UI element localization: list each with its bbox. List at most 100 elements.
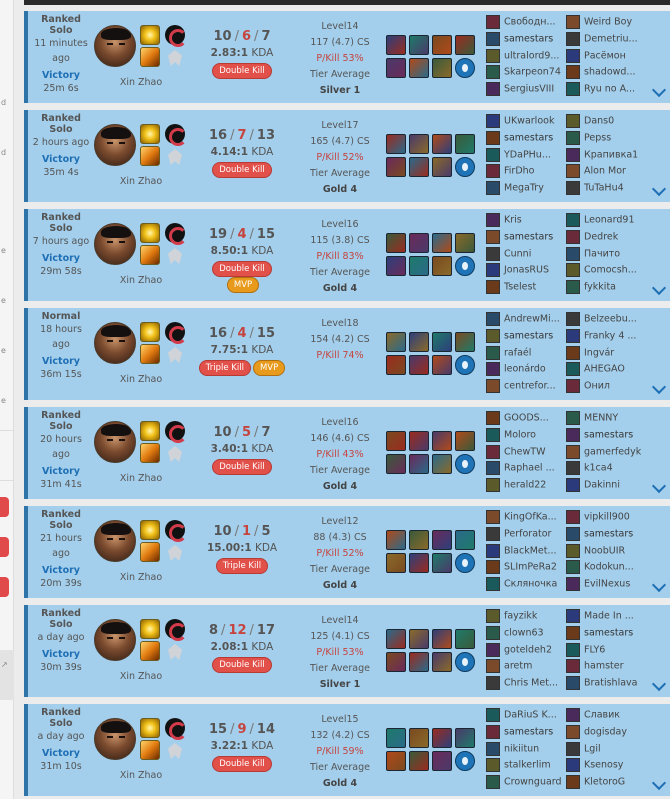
item-icon[interactable] [409,58,429,78]
sidebar-red-tab[interactable] [0,497,9,517]
participant[interactable]: k1ca4 [566,461,644,477]
item-icon[interactable] [432,530,452,550]
ward-trinket-icon[interactable] [455,157,475,177]
participant[interactable]: Ksenosy [566,758,644,774]
summoner-spell-smite-icon[interactable] [140,740,160,760]
sidebar-red-tab[interactable] [0,577,9,597]
item-icon[interactable] [386,553,406,573]
participant[interactable]: samestars [486,724,564,741]
secondary-rune-icon[interactable] [165,543,185,563]
participant[interactable]: Dans0 [566,114,644,130]
item-icon[interactable] [455,332,475,352]
participant[interactable]: NoobUIR [566,543,644,560]
participant[interactable]: FLY6 [566,642,644,659]
participant[interactable]: Свободн... [486,15,564,31]
expand-button[interactable] [648,209,670,301]
participant[interactable]: Leonard91 [566,213,644,229]
item-icon[interactable] [386,355,406,375]
participant[interactable]: shadowd... [566,65,644,81]
summoner-spell-flash-icon[interactable] [140,718,160,738]
participant[interactable]: Weird Boy [566,15,644,31]
match-row[interactable]: Ranked Solo 11 minutes ago Victory 25m 6… [24,11,670,103]
participant[interactable]: stalkerlim [486,758,564,774]
participant[interactable]: AHEGAO [566,362,644,378]
ward-trinket-icon[interactable] [455,454,475,474]
participant[interactable]: samestars [486,130,564,147]
item-icon[interactable] [409,728,429,748]
champion-portrait[interactable] [94,421,136,463]
item-icon[interactable] [409,652,429,672]
item-icon[interactable] [432,332,452,352]
item-icon[interactable] [386,751,406,771]
item-icon[interactable] [409,530,429,550]
champion-name[interactable]: Xin Zhao [98,473,184,484]
participant[interactable]: Crownguard [486,775,564,791]
item-icon[interactable] [409,134,429,154]
match-row[interactable]: Normal 18 hours ago Victory 36m 15s Xin … [24,308,670,400]
participant[interactable]: GOODS... [486,411,564,427]
champion-name[interactable]: Xin Zhao [98,770,184,781]
item-icon[interactable] [432,652,452,672]
champion-portrait[interactable] [94,223,136,265]
summoner-spell-flash-icon[interactable] [140,520,160,540]
participant[interactable]: samestars [486,229,564,246]
item-icon[interactable] [455,134,475,154]
participant[interactable]: Dakinni [566,478,644,494]
expand-button[interactable] [648,110,670,202]
match-row[interactable]: Ranked Solo 21 hours ago Victory 20m 39s… [24,506,670,598]
item-icon[interactable] [386,454,406,474]
item-icon[interactable] [432,58,452,78]
expand-button[interactable] [648,407,670,499]
champion-portrait[interactable] [94,619,136,661]
expand-button[interactable] [648,605,670,697]
participant[interactable]: Славик [566,708,644,724]
participant[interactable]: FirDho [486,164,564,180]
item-icon[interactable] [386,530,406,550]
summoner-spell-smite-icon[interactable] [140,542,160,562]
keystone-rune-icon[interactable] [165,25,187,47]
champion-portrait[interactable] [94,718,136,760]
item-icon[interactable] [386,157,406,177]
participant[interactable]: KingOfKa... [486,510,564,526]
participant[interactable]: Крапивка1 [566,147,644,164]
item-icon[interactable] [432,35,452,55]
keystone-rune-icon[interactable] [165,619,187,641]
participant[interactable]: Alon Mor [566,164,644,180]
champion-name[interactable]: Xin Zhao [98,374,184,385]
item-icon[interactable] [409,35,429,55]
item-icon[interactable] [455,233,475,253]
champion-portrait[interactable] [94,520,136,562]
participant[interactable]: Franky 4 ... [566,328,644,345]
participant[interactable]: fayzikk [486,609,564,625]
item-icon[interactable] [432,553,452,573]
participant[interactable]: centrefor... [486,379,564,395]
match-row[interactable]: Ranked Solo 20 hours ago Victory 31m 41s… [24,407,670,499]
champion-name[interactable]: Xin Zhao [98,671,184,682]
participant[interactable]: TuTaHu4 [566,181,644,197]
match-row[interactable]: Ranked Solo a day ago Victory 31m 10s Xi… [24,704,670,796]
champion-name[interactable]: Xin Zhao [98,275,184,286]
item-icon[interactable] [455,431,475,451]
item-icon[interactable] [455,530,475,550]
participant[interactable]: Moloro [486,427,564,444]
participant[interactable]: samestars [486,328,564,345]
participant[interactable]: samestars [486,31,564,48]
ward-trinket-icon[interactable] [455,652,475,672]
item-icon[interactable] [386,332,406,352]
participant[interactable]: Скляночка [486,577,564,593]
item-icon[interactable] [386,629,406,649]
participant[interactable]: Lgil [566,741,644,758]
keystone-rune-icon[interactable] [165,718,187,740]
participant[interactable]: Chris Met... [486,676,564,692]
item-icon[interactable] [409,629,429,649]
champion-name[interactable]: Xin Zhao [98,572,184,583]
participant[interactable]: Расёмон [566,48,644,65]
ward-trinket-icon[interactable] [455,355,475,375]
participant[interactable]: Comocsh... [566,263,644,279]
secondary-rune-icon[interactable] [165,246,185,266]
participant[interactable]: Pepss [566,130,644,147]
participant[interactable]: Kodokun... [566,560,644,576]
participant[interactable]: Tselest [486,280,564,296]
participant[interactable]: EvilNexus [566,577,644,593]
match-row[interactable]: Ranked Solo 2 hours ago Victory 35m 4s X… [24,110,670,202]
